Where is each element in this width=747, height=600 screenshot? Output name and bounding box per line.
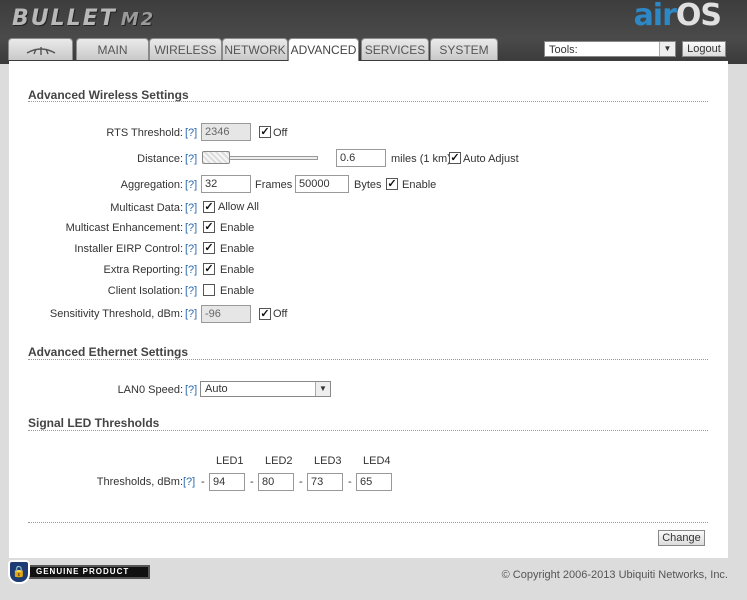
lan-help-link[interactable]: [?] xyxy=(185,384,197,396)
led2-input[interactable]: 80 xyxy=(258,473,294,491)
eirp-control-label: Installer EIRP Control: xyxy=(74,243,183,255)
rts-threshold-label: RTS Threshold: xyxy=(106,127,183,139)
brand-name: BULLET xyxy=(12,6,117,31)
led3-input[interactable]: 73 xyxy=(307,473,343,491)
auto-adjust-label: Auto Adjust xyxy=(463,153,519,165)
distance-unit: miles (1 km) xyxy=(391,153,451,165)
change-button[interactable]: Change xyxy=(658,530,705,546)
copyright-text: © Copyright 2006-2013 Ubiquiti Networks,… xyxy=(501,569,728,581)
isolation-help-link[interactable]: [?] xyxy=(185,285,197,297)
client-isolation-label: Client Isolation: xyxy=(107,285,183,297)
tab-main[interactable]: MAIN xyxy=(76,38,149,60)
mc-enh-enable-label: Enable xyxy=(220,222,255,234)
led1-header: LED1 xyxy=(216,455,244,467)
aggregation-help-link[interactable]: [?] xyxy=(185,179,197,191)
lan-speed-value: Auto xyxy=(205,383,228,395)
dash: - xyxy=(201,476,205,488)
dash: - xyxy=(348,476,352,488)
extra-help-link[interactable]: [?] xyxy=(185,264,197,276)
distance-input[interactable]: 0.6 xyxy=(336,149,386,167)
sensitivity-input[interactable]: -96 xyxy=(201,305,251,323)
multicast-data-label: Multicast Data: xyxy=(110,202,183,214)
lan-speed-label: LAN0 Speed: xyxy=(117,384,183,396)
led-help-link[interactable]: [?] xyxy=(183,476,195,488)
bottom-divider xyxy=(28,522,708,523)
section-title-wireless: Advanced Wireless Settings xyxy=(28,88,189,102)
dash: - xyxy=(299,476,303,488)
lock-shield-icon: 🔒 xyxy=(8,560,30,584)
airos-logo-os: OS xyxy=(675,0,722,33)
section-divider xyxy=(28,430,708,431)
tab-system[interactable]: SYSTEM xyxy=(430,38,498,60)
aggregation-enable-checkbox[interactable]: ✓ xyxy=(386,178,398,190)
led4-header: LED4 xyxy=(363,455,391,467)
brand-model: M2 xyxy=(120,9,156,30)
rts-off-label: Off xyxy=(273,127,288,139)
tab-ubnt-logo[interactable] xyxy=(8,38,73,60)
led1-input[interactable]: 94 xyxy=(209,473,245,491)
tools-dropdown[interactable]: Tools: ▼ xyxy=(544,41,676,57)
mc-enh-help-link[interactable]: [?] xyxy=(185,222,197,234)
tools-value: Tools: xyxy=(549,44,578,56)
sensitivity-label: Sensitivity Threshold, dBm: xyxy=(49,308,183,320)
genuine-product-badge: GENUINE PRODUCT 🔒 xyxy=(8,560,150,584)
multicast-allow-label: Allow All xyxy=(218,201,259,213)
distance-label: Distance: xyxy=(137,153,183,165)
settings-panel: Advanced Wireless Settings RTS Threshold… xyxy=(9,61,728,558)
chevron-down-icon: ▼ xyxy=(315,382,330,396)
led2-header: LED2 xyxy=(265,455,293,467)
auto-adjust-checkbox[interactable]: ✓ xyxy=(449,152,461,164)
sensitivity-off-label: Off xyxy=(273,308,288,320)
multicast-help-link[interactable]: [?] xyxy=(185,202,197,214)
bytes-label: Bytes xyxy=(354,179,382,191)
dash: - xyxy=(250,476,254,488)
chevron-down-icon: ▼ xyxy=(659,42,675,56)
section-divider xyxy=(28,101,708,102)
thresholds-label: Thresholds, dBm: xyxy=(96,476,183,488)
eirp-help-link[interactable]: [?] xyxy=(185,243,197,255)
tab-advanced[interactable]: ADVANCED xyxy=(288,38,359,62)
airos-logo: airOS xyxy=(633,0,722,33)
client-isolation-checkbox[interactable] xyxy=(203,284,215,296)
aggregation-label: Aggregation: xyxy=(120,179,183,191)
genuine-product-label: GENUINE PRODUCT xyxy=(26,565,150,579)
led4-input[interactable]: 65 xyxy=(356,473,392,491)
multicast-allow-checkbox[interactable]: ✓ xyxy=(203,201,215,213)
extra-reporting-label: Extra Reporting: xyxy=(103,264,183,276)
eirp-enable-label: Enable xyxy=(220,243,255,255)
logout-button[interactable]: Logout xyxy=(682,41,726,57)
led3-header: LED3 xyxy=(314,455,342,467)
ubiquiti-logo-icon xyxy=(26,47,55,55)
isolation-enable-label: Enable xyxy=(220,285,255,297)
rts-off-checkbox[interactable]: ✓ xyxy=(259,126,271,138)
tab-services[interactable]: SERVICES xyxy=(361,38,429,60)
aggregation-enable-label: Enable xyxy=(402,179,437,191)
top-bar: BULLET M2 airOS MAIN WIRELESS NETWORK ADV… xyxy=(0,0,747,64)
airos-logo-air: air xyxy=(633,0,677,33)
aggregation-bytes-input[interactable]: 50000 xyxy=(295,175,349,193)
distance-help-link[interactable]: [?] xyxy=(185,153,197,165)
tab-wireless[interactable]: WIRELESS xyxy=(149,38,222,60)
aggregation-frames-input[interactable]: 32 xyxy=(201,175,251,193)
section-title-led: Signal LED Thresholds xyxy=(28,416,160,430)
sensitivity-off-checkbox[interactable]: ✓ xyxy=(259,308,271,320)
rts-help-link[interactable]: [?] xyxy=(185,127,197,139)
multicast-enhancement-checkbox[interactable]: ✓ xyxy=(203,221,215,233)
extra-enable-label: Enable xyxy=(220,264,255,276)
eirp-control-checkbox[interactable]: ✓ xyxy=(203,242,215,254)
section-title-ethernet: Advanced Ethernet Settings xyxy=(28,345,189,359)
section-divider xyxy=(28,359,708,360)
frames-label: Frames xyxy=(255,179,293,191)
distance-slider-handle[interactable] xyxy=(202,151,230,164)
rts-threshold-input[interactable]: 2346 xyxy=(201,123,251,141)
lan-speed-select[interactable]: Auto ▼ xyxy=(200,381,331,397)
tab-network[interactable]: NETWORK xyxy=(222,38,288,60)
sensitivity-help-link[interactable]: [?] xyxy=(185,308,197,320)
multicast-enhancement-label: Multicast Enhancement: xyxy=(65,222,183,234)
extra-reporting-checkbox[interactable]: ✓ xyxy=(203,263,215,275)
product-logo: BULLET M2 xyxy=(12,6,155,31)
